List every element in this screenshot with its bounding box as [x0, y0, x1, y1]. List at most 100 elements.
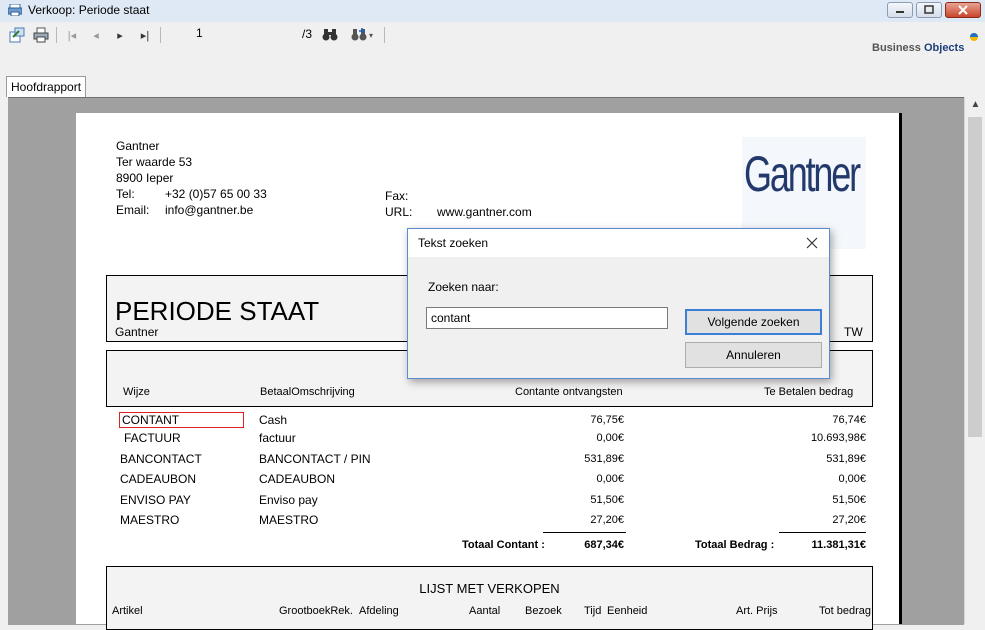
minimize-icon: [896, 11, 904, 13]
print-icon: [33, 27, 49, 43]
header-tot-bedrag: Tot bedrag: [819, 605, 871, 617]
row-contant: 531,89€: [584, 453, 624, 465]
business-objects-logo-icon: [970, 33, 978, 41]
sales-header: LIJST MET VERKOPEN Artikel GrootboekRek.…: [106, 566, 873, 630]
window-titlebar: Verkoop: Periode staat: [0, 0, 985, 23]
find-next-button[interactable]: Volgende zoeken: [685, 309, 822, 335]
partial-column-text: TW: [844, 325, 863, 339]
first-page-button[interactable]: |◂: [64, 26, 80, 44]
brand-business: Business: [872, 42, 921, 54]
row-wijze: CADEAUBON: [120, 472, 197, 486]
dialog-title: Tekst zoeken: [418, 236, 489, 250]
toolbar-separator: [160, 27, 161, 43]
header-wijze: Wijze: [123, 386, 150, 398]
maximize-button[interactable]: [916, 2, 942, 18]
find-button[interactable]: [321, 26, 339, 44]
row-te-betalen: 76,74€: [832, 414, 866, 426]
company-city: 8900 Ieper: [116, 171, 174, 185]
dialog-close-icon[interactable]: [805, 236, 819, 250]
binoculars-icon: [322, 29, 338, 41]
row-omschrijving: factuur: [259, 431, 296, 445]
row-omschrijving: CADEAUBON: [259, 472, 336, 486]
tel-label: Tel:: [116, 187, 135, 201]
row-wijze: ENVISO PAY: [120, 493, 191, 507]
row-wijze: FACTUUR: [124, 431, 181, 445]
header-eenheid: Eenheid: [607, 605, 648, 617]
tel-value: +32 (0)57 65 00 33: [165, 187, 267, 201]
chevron-down-icon: ▾: [368, 30, 373, 40]
url-label: URL:: [385, 205, 413, 219]
close-button[interactable]: [945, 2, 981, 18]
header-contante-ontvangsten: Contante ontvangsten: [515, 386, 623, 398]
totals-divider: [779, 532, 866, 533]
header-artikel: Artikel: [112, 605, 143, 617]
email-value: info@gantner.be: [165, 203, 254, 217]
row-te-betalen: 27,20€: [832, 514, 866, 526]
vertical-scrollbar[interactable]: ▲: [964, 97, 985, 624]
company-name: Gantner: [116, 139, 160, 153]
dialog-titlebar: Tekst zoeken: [408, 229, 829, 257]
totaal-bedrag-label: Totaal Bedrag :: [695, 539, 775, 551]
row-wijze: BANCONTACT: [120, 452, 202, 466]
window-title: Verkoop: Periode staat: [28, 3, 150, 17]
email-label: Email:: [116, 203, 150, 217]
search-label: Zoeken naar:: [428, 280, 499, 294]
row-omschrijving: Enviso pay: [259, 493, 318, 507]
row-te-betalen: 51,50€: [832, 494, 866, 506]
close-icon: [958, 5, 968, 15]
first-page-icon: |◂: [67, 29, 77, 42]
header-tijd: Tijd: [584, 605, 602, 617]
report-title: PERIODE STAAT: [115, 296, 320, 326]
toolbar: |◂ ◂ ▸ ▸| 1 /3 ▾ Business Objects: [0, 22, 985, 74]
row-omschrijving: MAESTRO: [259, 513, 319, 527]
minimize-button[interactable]: [887, 2, 913, 18]
row-contant: 27,20€: [590, 514, 624, 526]
row-te-betalen: 0,00€: [838, 473, 866, 485]
row-contant: 76,75€: [590, 414, 624, 426]
prev-page-icon: ◂: [93, 29, 99, 42]
totaal-contant-label: Totaal Contant :: [462, 539, 545, 551]
page-total: /3: [302, 27, 313, 41]
cancel-button[interactable]: Annuleren: [685, 342, 822, 368]
row-te-betalen: 10.693,98€: [810, 432, 866, 444]
report-subtitle: Gantner: [115, 325, 159, 339]
tab-hoofdrapport[interactable]: Hoofdrapport: [6, 76, 87, 97]
next-page-icon: ▸: [117, 29, 123, 42]
header-te-betalen: Te Betalen bedrag: [764, 386, 854, 398]
row-contant: 0,00€: [596, 473, 624, 485]
print-button[interactable]: [32, 26, 50, 44]
zoom-binoculars-icon: [351, 28, 367, 41]
fax-label: Fax:: [385, 189, 409, 203]
row-contant: 51,50€: [590, 494, 624, 506]
prev-page-button[interactable]: ◂: [88, 26, 104, 44]
printer-icon: [8, 4, 22, 16]
zoom-dropdown-button[interactable]: ▾: [348, 26, 376, 44]
search-input[interactable]: contant: [426, 307, 668, 329]
last-page-button[interactable]: ▸|: [136, 26, 154, 44]
export-button[interactable]: [8, 26, 26, 44]
page-number-input[interactable]: 1: [196, 26, 203, 40]
last-page-icon: ▸|: [140, 29, 150, 42]
header-bezoek: Bezoek: [525, 605, 562, 617]
maximize-icon: [924, 5, 934, 14]
url-value: www.gantner.com: [437, 205, 532, 219]
company-street: Ter waarde 53: [116, 155, 193, 169]
header-grootboekrek: GrootboekRek.: [279, 605, 353, 617]
row-wijze: MAESTRO: [120, 513, 180, 527]
row-te-betalen: 531,89€: [826, 453, 866, 465]
scroll-up-icon[interactable]: ▲: [965, 99, 985, 115]
toolbar-separator: [56, 27, 57, 43]
search-dialog: Tekst zoeken Zoeken naar: contant Volgen…: [407, 228, 830, 379]
row-wijze: CONTANT: [122, 413, 180, 427]
gantner-logo-text: Gantner: [744, 146, 861, 202]
header-betaalomschrijving: BetaalOmschrijving: [260, 386, 355, 398]
row-contant: 0,00€: [596, 432, 624, 444]
toolbar-separator: [384, 27, 385, 43]
export-icon: [9, 27, 25, 43]
next-page-button[interactable]: ▸: [112, 26, 128, 44]
scrollbar-thumb[interactable]: [968, 117, 982, 437]
sales-title: LIJST MET VERKOPEN: [419, 581, 560, 596]
header-aantal: Aantal: [469, 605, 501, 617]
header-art-prijs: Art. Prijs: [736, 605, 778, 617]
business-objects-logo: Business Objects: [872, 32, 984, 56]
